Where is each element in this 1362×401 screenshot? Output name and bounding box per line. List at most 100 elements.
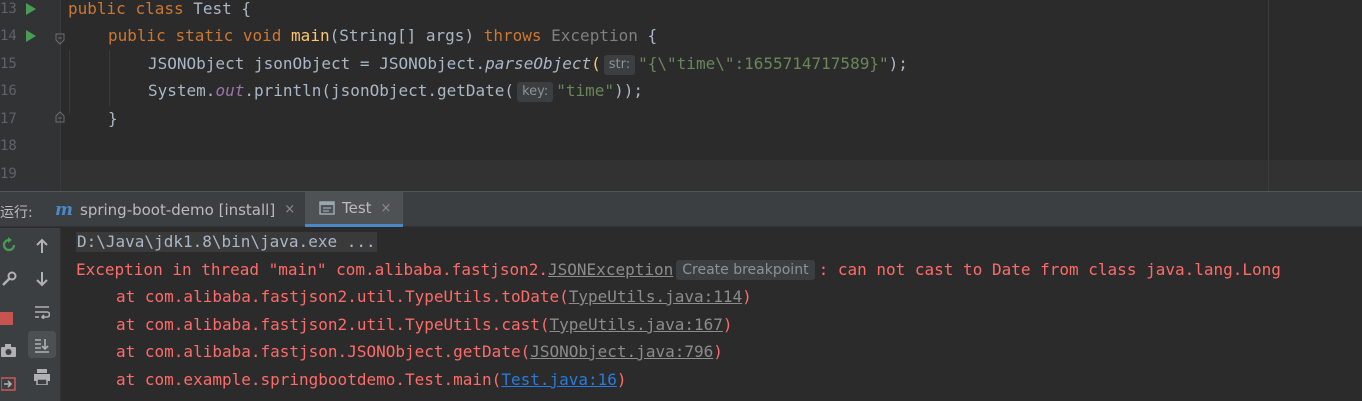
rerun-icon bbox=[2, 237, 16, 252]
run-toolbar-primary bbox=[0, 228, 24, 401]
class-name: Test bbox=[193, 0, 232, 18]
soft-wrap-button[interactable] bbox=[29, 300, 55, 324]
code-line-14: public static void main(String[] args) t… bbox=[108, 27, 657, 54]
close-icon[interactable]: × bbox=[381, 201, 392, 216]
right-margin-guide bbox=[1268, 0, 1269, 191]
stack-trace-line: at com.example.springbootdemo.Test.main(… bbox=[116, 370, 627, 390]
run-main-icon[interactable] bbox=[25, 30, 37, 42]
soft-wrap-icon bbox=[35, 306, 50, 319]
stack-trace-line: at com.alibaba.fastjson.JSONObject.getDa… bbox=[116, 342, 723, 362]
stack-frame-text: ) bbox=[616, 370, 627, 389]
close-icon[interactable]: × bbox=[284, 202, 295, 217]
scroll-up-button[interactable] bbox=[29, 234, 55, 258]
run-class-icon[interactable] bbox=[25, 3, 37, 15]
brace: { bbox=[241, 0, 252, 18]
static-method-call: parseObject bbox=[485, 54, 592, 73]
console-exception-line: Exception in thread "main" com.alibaba.f… bbox=[76, 260, 1281, 280]
wrench-icon bbox=[2, 271, 17, 286]
stack-frame-text: at com.alibaba.fastjson.JSONObject.getDa… bbox=[116, 342, 531, 361]
code-text: )); bbox=[614, 81, 643, 100]
run-toolbar-secondary bbox=[24, 228, 61, 401]
brace: { bbox=[647, 26, 658, 45]
line-number: 17 bbox=[0, 111, 17, 127]
line-number: 18 bbox=[0, 138, 17, 154]
scroll-down-button[interactable] bbox=[29, 267, 55, 291]
keyword: static bbox=[175, 26, 234, 45]
console-command-line: D:\Java\jdk1.8\bin\java.exe ... bbox=[76, 232, 377, 252]
code-text: JSONObject jsonObject = JSONObject. bbox=[148, 54, 486, 73]
stack-trace-line: at com.alibaba.fastjson2.util.TypeUtils.… bbox=[116, 315, 733, 335]
console-output[interactable]: D:\Java\jdk1.8\bin\java.exe ... Exceptio… bbox=[61, 228, 1362, 401]
code-line-17: } bbox=[108, 110, 118, 137]
create-breakpoint-hint[interactable]: Create breakpoint bbox=[676, 260, 815, 280]
tab-label: spring-boot-demo [install] bbox=[80, 200, 276, 219]
arrow-down-icon bbox=[36, 272, 48, 287]
line-number: 16 bbox=[0, 83, 17, 99]
camera-icon bbox=[1, 344, 16, 357]
string-literal: "time" bbox=[556, 81, 615, 100]
rerun-button[interactable] bbox=[0, 234, 18, 256]
parameters: (String[] args) bbox=[329, 26, 475, 45]
settings-button[interactable] bbox=[0, 268, 18, 290]
exception-class-link[interactable]: JSONException bbox=[548, 260, 673, 279]
line-number: 13 bbox=[0, 1, 17, 17]
parameter-hint: str: bbox=[603, 55, 636, 75]
screenshot-button[interactable] bbox=[0, 340, 18, 362]
line-number: 15 bbox=[0, 56, 17, 72]
code-text: System. bbox=[148, 81, 216, 100]
stack-frame-text: at com.alibaba.fastjson2.util.TypeUtils.… bbox=[116, 315, 550, 334]
stack-frame-text: at com.example.springbootdemo.Test.main( bbox=[116, 370, 502, 389]
keyword: throws bbox=[483, 26, 542, 45]
editor-gutter: 13 14 15 16 17 18 19 bbox=[0, 0, 65, 191]
run-tool-window-header: 运行: m spring-boot-demo [install] × Test … bbox=[0, 191, 1362, 227]
indent-guide bbox=[109, 50, 110, 106]
source-link[interactable]: TypeUtils.java:167 bbox=[549, 315, 722, 334]
parameter-hint: key: bbox=[517, 82, 554, 102]
stop-icon bbox=[0, 312, 13, 325]
source-link[interactable]: TypeUtils.java:114 bbox=[569, 287, 742, 306]
brace: } bbox=[108, 109, 118, 128]
scroll-to-end-button[interactable] bbox=[28, 331, 56, 358]
keyword: class bbox=[135, 0, 184, 18]
tab-label: Test bbox=[342, 199, 372, 217]
arrow-up-icon bbox=[36, 238, 48, 253]
stack-frame-text: ) bbox=[722, 315, 733, 334]
stack-frame-text: at com.alibaba.fastjson2.util.TypeUtils.… bbox=[116, 287, 569, 306]
method-name: main bbox=[291, 26, 330, 45]
keyword: public bbox=[108, 26, 166, 45]
scroll-to-end-icon bbox=[35, 338, 49, 353]
line-number: 19 bbox=[0, 166, 17, 182]
enter-icon bbox=[1, 377, 16, 391]
stack-frame-text: ) bbox=[713, 342, 723, 361]
source-link[interactable]: JSONObject.java:796 bbox=[530, 342, 713, 361]
code-text: .println(jsonObject.getDate( bbox=[244, 81, 515, 100]
code-line-16: System.out.println(jsonObject.getDate(ke… bbox=[148, 82, 643, 109]
code-line-15: JSONObject jsonObject = JSONObject.parse… bbox=[148, 55, 908, 82]
keyword: void bbox=[242, 26, 282, 45]
exception-type: Exception bbox=[551, 26, 638, 45]
code-text: ); bbox=[888, 54, 908, 73]
print-button[interactable] bbox=[29, 365, 55, 389]
console-icon bbox=[319, 201, 335, 215]
indent-guide bbox=[69, 50, 70, 114]
login-button[interactable] bbox=[0, 373, 18, 395]
static-field: out bbox=[215, 81, 245, 100]
maven-icon: m bbox=[55, 199, 73, 220]
stack-trace-line: at com.alibaba.fastjson2.util.TypeUtils.… bbox=[116, 287, 752, 307]
paren: ( bbox=[591, 54, 601, 73]
tab-spring-boot-demo[interactable]: m spring-boot-demo [install] × bbox=[52, 192, 307, 227]
keyword: public bbox=[68, 0, 126, 18]
source-link[interactable]: Test.java:16 bbox=[501, 370, 617, 389]
exception-prefix: Exception in thread "main" com.alibaba.f… bbox=[76, 260, 549, 279]
stop-button[interactable] bbox=[0, 307, 14, 329]
code-editor[interactable]: 13 14 15 16 17 18 19 public class Test {… bbox=[0, 0, 1362, 191]
stack-frame-text: ) bbox=[742, 287, 752, 306]
fold-end-icon[interactable] bbox=[54, 111, 66, 123]
string-literal: "{\"time\":1655714717589}" bbox=[638, 54, 889, 73]
run-label: 运行: bbox=[0, 205, 33, 221]
line-number: 14 bbox=[0, 28, 17, 44]
exception-message: : can not cast to Date from class java.l… bbox=[818, 260, 1281, 279]
fold-icon[interactable] bbox=[54, 33, 66, 45]
printer-icon bbox=[34, 369, 50, 385]
tab-test[interactable]: Test × bbox=[305, 192, 404, 227]
